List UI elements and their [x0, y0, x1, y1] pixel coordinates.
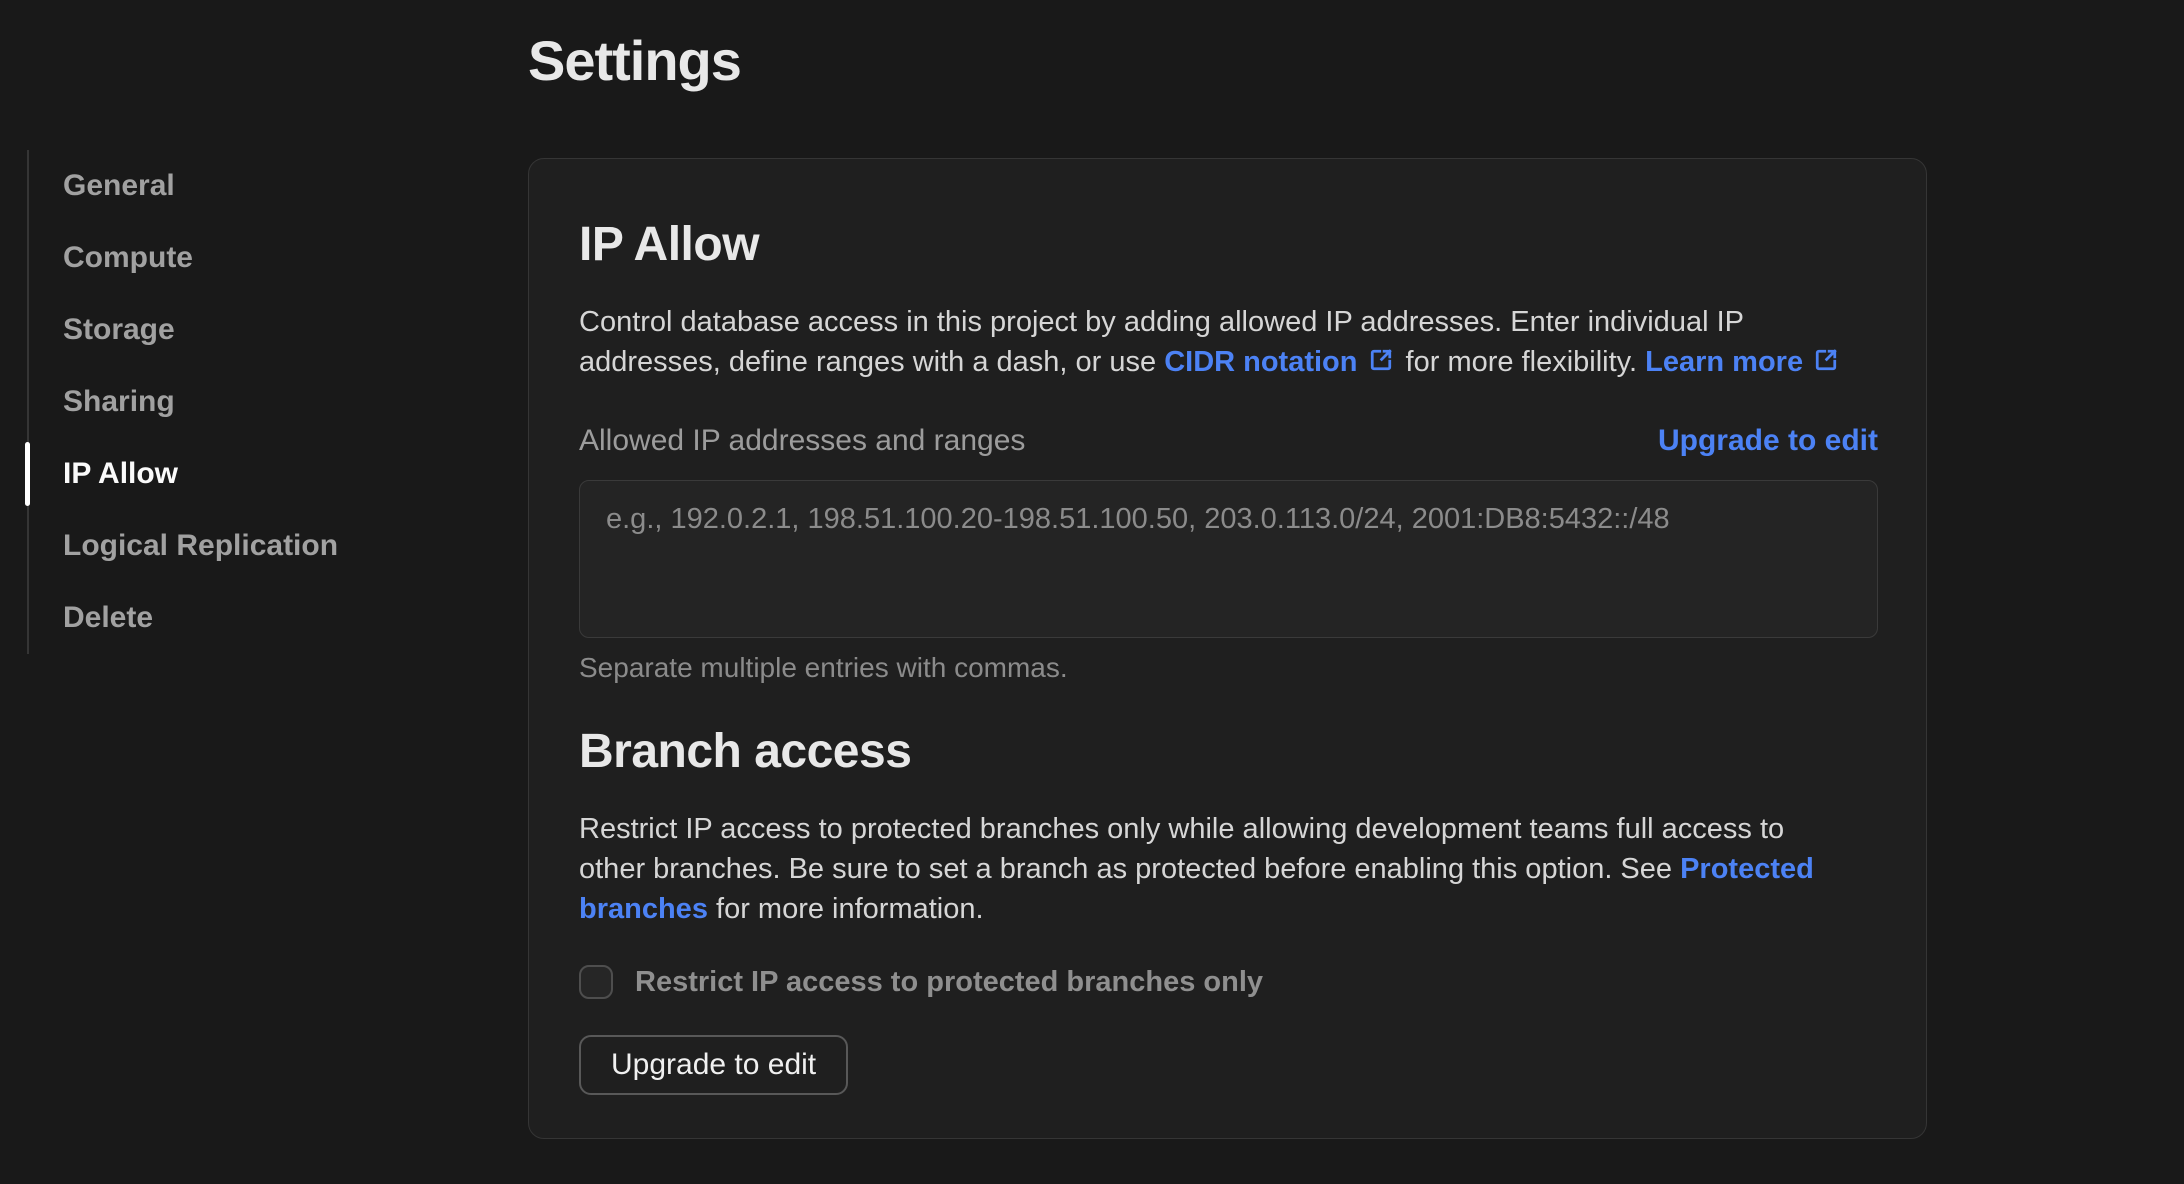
cidr-notation-link-label: CIDR notation	[1164, 346, 1358, 378]
settings-sidebar: General Compute Storage Sharing IP Allow…	[25, 150, 489, 654]
allowed-ip-field-label: Allowed IP addresses and ranges	[579, 424, 1026, 457]
page-title: Settings	[528, 29, 742, 92]
active-item-indicator	[25, 442, 30, 506]
allowed-ip-textarea[interactable]	[579, 480, 1878, 638]
sidebar-item-label: Compute	[63, 241, 193, 274]
sidebar-item-label: Logical Replication	[63, 529, 339, 562]
external-link-icon	[1366, 345, 1396, 375]
learn-more-link-label: Learn more	[1645, 346, 1804, 378]
upgrade-to-edit-button[interactable]: Upgrade to edit	[579, 1035, 849, 1095]
ip-allow-heading: IP Allow	[579, 218, 760, 271]
description-text: Restrict IP access to protected branches…	[579, 813, 1785, 845]
ip-allow-description: Control database access in this project …	[579, 302, 1878, 382]
sidebar-item-label: Sharing	[63, 385, 175, 418]
protected-branches-link[interactable]: branches	[579, 893, 708, 925]
sidebar-item-storage[interactable]: Storage	[29, 294, 489, 366]
textarea-helper-text: Separate multiple entries with commas.	[579, 652, 1068, 683]
sidebar-item-sharing[interactable]: Sharing	[29, 366, 489, 438]
cidr-notation-link[interactable]: CIDR notation	[1164, 346, 1397, 378]
description-text: addresses, define ranges with a dash, or…	[579, 346, 1165, 378]
external-link-icon	[1811, 345, 1841, 375]
sidebar-item-compute[interactable]: Compute	[29, 222, 489, 294]
restrict-ip-checkbox-label: Restrict IP access to protected branches…	[635, 965, 1264, 998]
protected-branches-link[interactable]: Protected	[1680, 853, 1814, 885]
sidebar-item-label: IP Allow	[63, 457, 179, 490]
branch-access-heading: Branch access	[579, 725, 912, 778]
sidebar-item-delete[interactable]: Delete	[29, 582, 489, 654]
sidebar-item-label: Delete	[63, 601, 154, 634]
sidebar-item-general[interactable]: General	[29, 150, 489, 222]
sidebar-item-ip-allow[interactable]: IP Allow	[25, 438, 489, 510]
sidebar-item-label: Storage	[63, 313, 175, 346]
description-text: Control database access in this project …	[579, 306, 1744, 338]
allowed-ip-field-row: Allowed IP addresses and ranges Upgrade …	[579, 424, 1878, 458]
upgrade-to-edit-link[interactable]: Upgrade to edit	[1658, 424, 1878, 458]
sidebar-item-label: General	[63, 169, 175, 202]
branch-access-description: Restrict IP access to protected branches…	[579, 809, 1878, 929]
learn-more-link[interactable]: Learn more	[1645, 346, 1843, 378]
description-text: for more flexibility.	[1397, 346, 1646, 378]
description-text: other branches. Be sure to set a branch …	[579, 853, 1681, 885]
description-text: for more information.	[707, 893, 984, 925]
restrict-ip-checkbox[interactable]	[579, 965, 613, 999]
restrict-ip-checkbox-row: Restrict IP access to protected branches…	[579, 965, 1878, 999]
sidebar-item-logical-replication[interactable]: Logical Replication	[29, 510, 489, 582]
ip-allow-settings-card: IP Allow Control database access in this…	[528, 158, 1927, 1139]
